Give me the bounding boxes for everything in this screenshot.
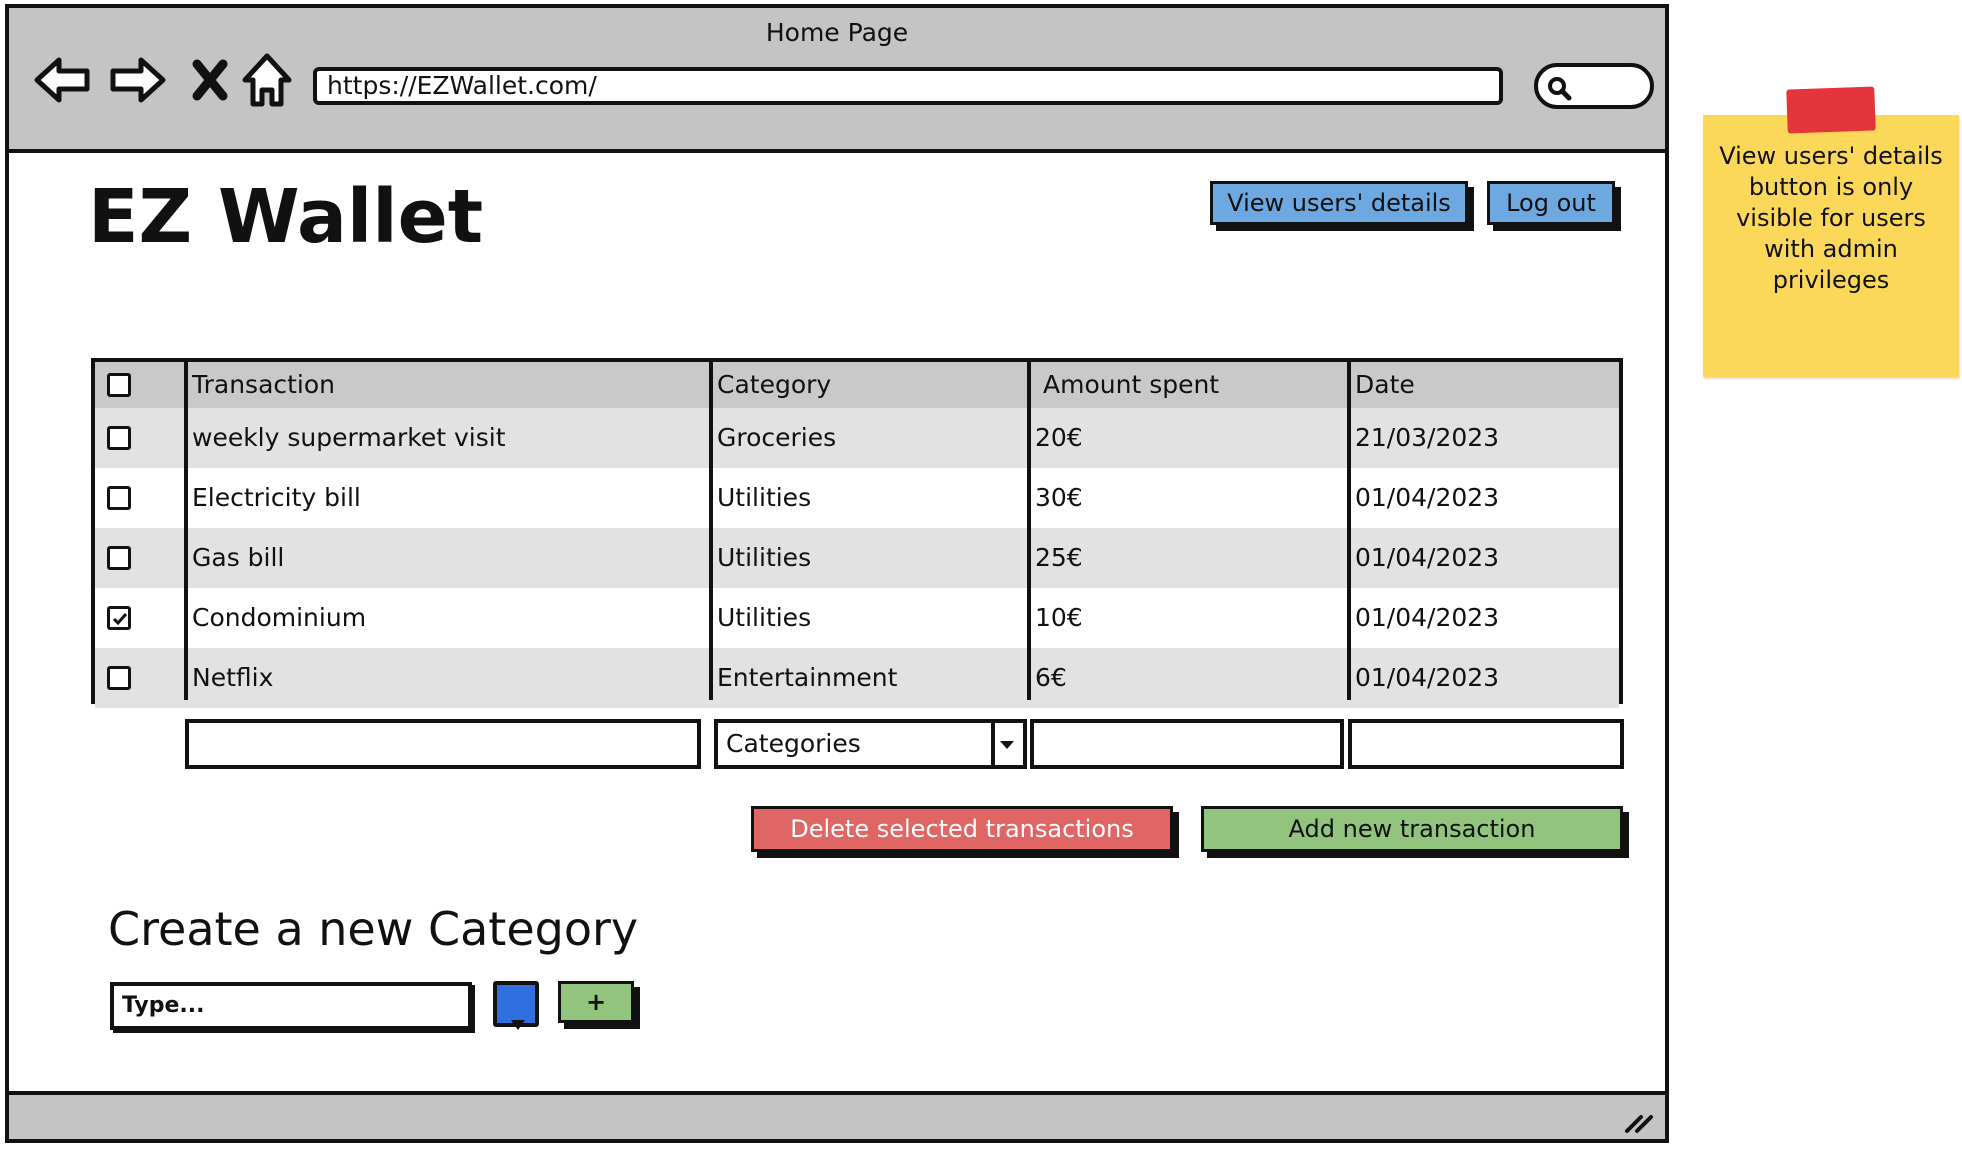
column-header: Category <box>717 370 832 399</box>
forward-arrow-icon[interactable] <box>107 50 167 110</box>
column-header: Transaction <box>192 370 336 399</box>
delete-selected-button[interactable]: Delete selected transactions <box>751 806 1173 852</box>
stop-icon[interactable] <box>181 50 241 110</box>
row-checkbox[interactable] <box>107 606 131 630</box>
cell-category: Groceries <box>717 423 837 452</box>
select-all-checkbox[interactable] <box>107 373 131 397</box>
cell-date: 01/04/2023 <box>1355 603 1500 632</box>
home-icon[interactable] <box>237 50 297 110</box>
cell-transaction: Condominium <box>192 603 367 632</box>
column-header: Date <box>1355 370 1415 399</box>
cell-amount: 30€ <box>1035 483 1083 512</box>
cell-category: Utilities <box>717 603 812 632</box>
table-row: Netflix Entertainment 6€ 01/04/2023 <box>95 648 1619 708</box>
cell-transaction: Netflix <box>192 663 274 692</box>
cell-category: Entertainment <box>717 663 898 692</box>
row-checkbox[interactable] <box>107 426 131 450</box>
cell-transaction: weekly supermarket visit <box>192 423 506 452</box>
cell-category: Utilities <box>717 543 812 572</box>
cell-transaction: Electricity bill <box>192 483 361 512</box>
app-title: EZ Wallet <box>88 174 484 260</box>
resize-grip-icon[interactable] <box>1623 1109 1655 1135</box>
category-color-picker[interactable] <box>493 981 539 1030</box>
sticky-note: View users' details button is only visib… <box>1703 115 1959 377</box>
sticky-note-text: View users' details button is only visib… <box>1719 142 1943 294</box>
chevron-down-icon <box>511 1020 525 1030</box>
cell-amount: 6€ <box>1035 663 1067 692</box>
cell-amount: 10€ <box>1035 603 1083 632</box>
table-header-row: Transaction Category Amount spent Date <box>95 362 1619 408</box>
add-transaction-button[interactable]: Add new transaction <box>1201 806 1623 852</box>
column-header: Amount spent <box>1043 370 1220 399</box>
new-transaction-name-input[interactable] <box>185 719 701 769</box>
row-checkbox[interactable] <box>107 666 131 690</box>
status-bar <box>9 1091 1665 1139</box>
chevron-down-icon <box>1000 741 1014 749</box>
cell-transaction: Gas bill <box>192 543 285 572</box>
back-arrow-icon[interactable] <box>33 50 93 110</box>
row-checkbox[interactable] <box>107 546 131 570</box>
cell-category: Utilities <box>717 483 812 512</box>
dropdown-toggle[interactable] <box>991 723 1023 765</box>
cell-date: 01/04/2023 <box>1355 543 1500 572</box>
category-select[interactable]: Categories <box>714 719 1027 769</box>
address-bar[interactable]: https://EZWallet.com/ <box>313 67 1503 105</box>
cell-date: 01/04/2023 <box>1355 663 1500 692</box>
checkmark-icon <box>112 613 128 626</box>
amount-input[interactable] <box>1030 719 1344 769</box>
cell-date: 21/03/2023 <box>1355 423 1500 452</box>
table-row: Gas bill Utilities 25€ 01/04/2023 <box>95 528 1619 588</box>
view-users-details-button[interactable]: View users' details <box>1210 181 1468 225</box>
cell-amount: 25€ <box>1035 543 1083 572</box>
category-name-input[interactable]: Type... <box>110 982 472 1030</box>
row-checkbox[interactable] <box>107 486 131 510</box>
browser-toolbar: Home Page https://EZWallet.com/ <box>9 8 1665 153</box>
category-select-value: Categories <box>726 729 861 758</box>
window-title: Home Page <box>765 18 909 47</box>
cell-amount: 20€ <box>1035 423 1083 452</box>
date-input[interactable] <box>1348 719 1624 769</box>
table-row: Electricity bill Utilities 30€ 01/04/2023 <box>95 468 1619 528</box>
search-icon <box>1548 77 1572 101</box>
tape-icon <box>1786 86 1876 134</box>
transactions-table: Transaction Category Amount spent Date weekl… <box>91 358 1623 708</box>
logout-button[interactable]: Log out <box>1487 181 1615 225</box>
browser-search-box[interactable] <box>1534 63 1654 109</box>
table-row: Condominium Utilities 10€ 01/04/2023 <box>95 588 1619 648</box>
add-category-button[interactable]: + <box>558 981 634 1023</box>
table-row: weekly supermarket visit Groceries 20€ 21/0… <box>95 408 1619 468</box>
create-category-title: Create a new Category <box>108 902 639 956</box>
cell-date: 01/04/2023 <box>1355 483 1500 512</box>
